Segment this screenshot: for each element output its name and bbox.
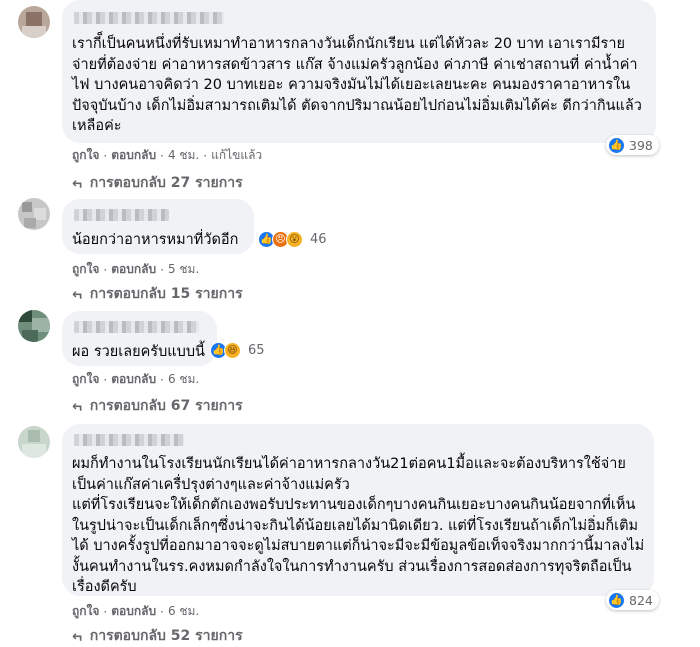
commenter-name[interactable]	[74, 434, 184, 446]
comment-bubble: น้อยกว่าอาหารหมาที่วัดอีก	[62, 199, 254, 254]
commenter-name[interactable]	[74, 209, 169, 221]
comment-bubble: เรากี็เป็นคนหนึ่งที่รับเหมาทำอาหารกลางวั…	[62, 0, 656, 143]
comment-actions: ถูกใจ · ตอบกลับ · 6 ชม.	[72, 602, 199, 621]
view-replies-link[interactable]: ↵ การตอบกลับ 15 รายการ	[72, 283, 243, 305]
reply-arrow-icon: ↵	[72, 398, 84, 414]
reaction-summary[interactable]: 👍 😠 😮 46	[258, 231, 327, 248]
avatar[interactable]	[18, 198, 50, 230]
reply-button[interactable]: ตอบกลับ	[111, 146, 156, 165]
commenter-name[interactable]	[74, 321, 199, 333]
comment-actions: ถูกใจ · ตอบกลับ · 4 ชม. · แก้ไขแล้ว	[72, 146, 262, 165]
like-button[interactable]: ถูกใจ	[72, 260, 99, 279]
comment-actions: ถูกใจ · ตอบกลับ · 6 ชม.	[72, 370, 199, 389]
comment-text: ผมก็ทำงานในโรงเรียนนักเรียนได้ค่าอาหารกล…	[72, 456, 645, 595]
commenter-name[interactable]	[74, 12, 224, 24]
reply-arrow-icon: ↵	[72, 175, 84, 191]
separator: ·	[103, 148, 108, 163]
reply-arrow-icon: ↵	[72, 628, 84, 644]
comment-time[interactable]: 6 ชม.	[168, 602, 199, 621]
like-icon: 👍	[608, 136, 625, 154]
comment-bubble: ผมก็ทำงานในโรงเรียนนักเรียนได้ค่าอาหารกล…	[62, 424, 654, 596]
separator: ·	[160, 148, 164, 163]
haha-icon: 😆	[224, 342, 241, 359]
separator: ·	[160, 262, 164, 277]
reaction-count: 824	[629, 592, 653, 608]
reaction-summary[interactable]: 👍 😆 65	[210, 342, 265, 359]
avatar[interactable]	[18, 426, 50, 458]
comment-text: เรากี็เป็นคนหนึ่งที่รับเหมาทำอาหารกลางวั…	[72, 36, 642, 134]
reaction-count: 65	[248, 343, 265, 358]
comment-text: ผอ รวยเลยครับแบบนี้	[72, 344, 205, 360]
separator: ·	[103, 604, 108, 619]
separator: ·	[160, 604, 164, 619]
comment-1: เรากี็เป็นคนหนึ่งที่รับเหมาทำอาหารกลางวั…	[0, 0, 700, 195]
comment-2: น้อยกว่าอาหารหมาที่วัดอีก 👍 😠 😮 46 ถูกใจ…	[0, 198, 700, 308]
avatar[interactable]	[18, 310, 50, 342]
view-replies-link[interactable]: ↵ การตอบกลับ 27 รายการ	[72, 172, 243, 194]
wow-icon: 😮	[286, 231, 303, 248]
reaction-summary[interactable]: 👍 398	[606, 135, 659, 155]
reply-button[interactable]: ตอบกลับ	[111, 370, 156, 389]
avatar[interactable]	[18, 6, 50, 38]
separator: ·	[103, 372, 108, 387]
comment-3: ผอ รวยเลยครับแบบนี้ 👍 😆 65 ถูกใจ · ตอบกล…	[0, 310, 700, 420]
reaction-count: 46	[310, 232, 327, 247]
comment-time[interactable]: 6 ชม.	[168, 370, 199, 389]
reaction-summary[interactable]: 👍 824	[606, 590, 659, 610]
separator: ·	[103, 262, 108, 277]
replies-count-label: การตอบกลับ 67 รายการ	[89, 398, 243, 414]
view-replies-link[interactable]: ↵ การตอบกลับ 52 รายการ	[72, 625, 243, 647]
reply-button[interactable]: ตอบกลับ	[111, 602, 156, 621]
separator: ·	[203, 148, 208, 163]
reaction-count: 398	[629, 137, 653, 153]
view-replies-link[interactable]: ↵ การตอบกลับ 67 รายการ	[72, 395, 243, 417]
comment-4: ผมก็ทำงานในโรงเรียนนักเรียนได้ค่าอาหารกล…	[0, 420, 700, 644]
edited-label[interactable]: แก้ไขแล้ว	[211, 146, 262, 165]
like-icon: 👍	[608, 591, 625, 609]
like-button[interactable]: ถูกใจ	[72, 602, 99, 621]
comment-actions: ถูกใจ · ตอบกลับ · 5 ชม.	[72, 260, 199, 279]
replies-count-label: การตอบกลับ 52 รายการ	[89, 628, 243, 644]
replies-count-label: การตอบกลับ 27 รายการ	[89, 175, 243, 191]
comment-text: น้อยกว่าอาหารหมาที่วัดอีก	[72, 232, 239, 248]
comment-time[interactable]: 5 ชม.	[168, 260, 199, 279]
comment-bubble: ผอ รวยเลยครับแบบนี้	[62, 311, 217, 366]
like-button[interactable]: ถูกใจ	[72, 370, 99, 389]
replies-count-label: การตอบกลับ 15 รายการ	[89, 286, 243, 302]
reply-button[interactable]: ตอบกลับ	[111, 260, 156, 279]
separator: ·	[160, 372, 164, 387]
like-button[interactable]: ถูกใจ	[72, 146, 99, 165]
comment-time[interactable]: 4 ชม.	[168, 146, 199, 165]
reply-arrow-icon: ↵	[72, 286, 84, 302]
